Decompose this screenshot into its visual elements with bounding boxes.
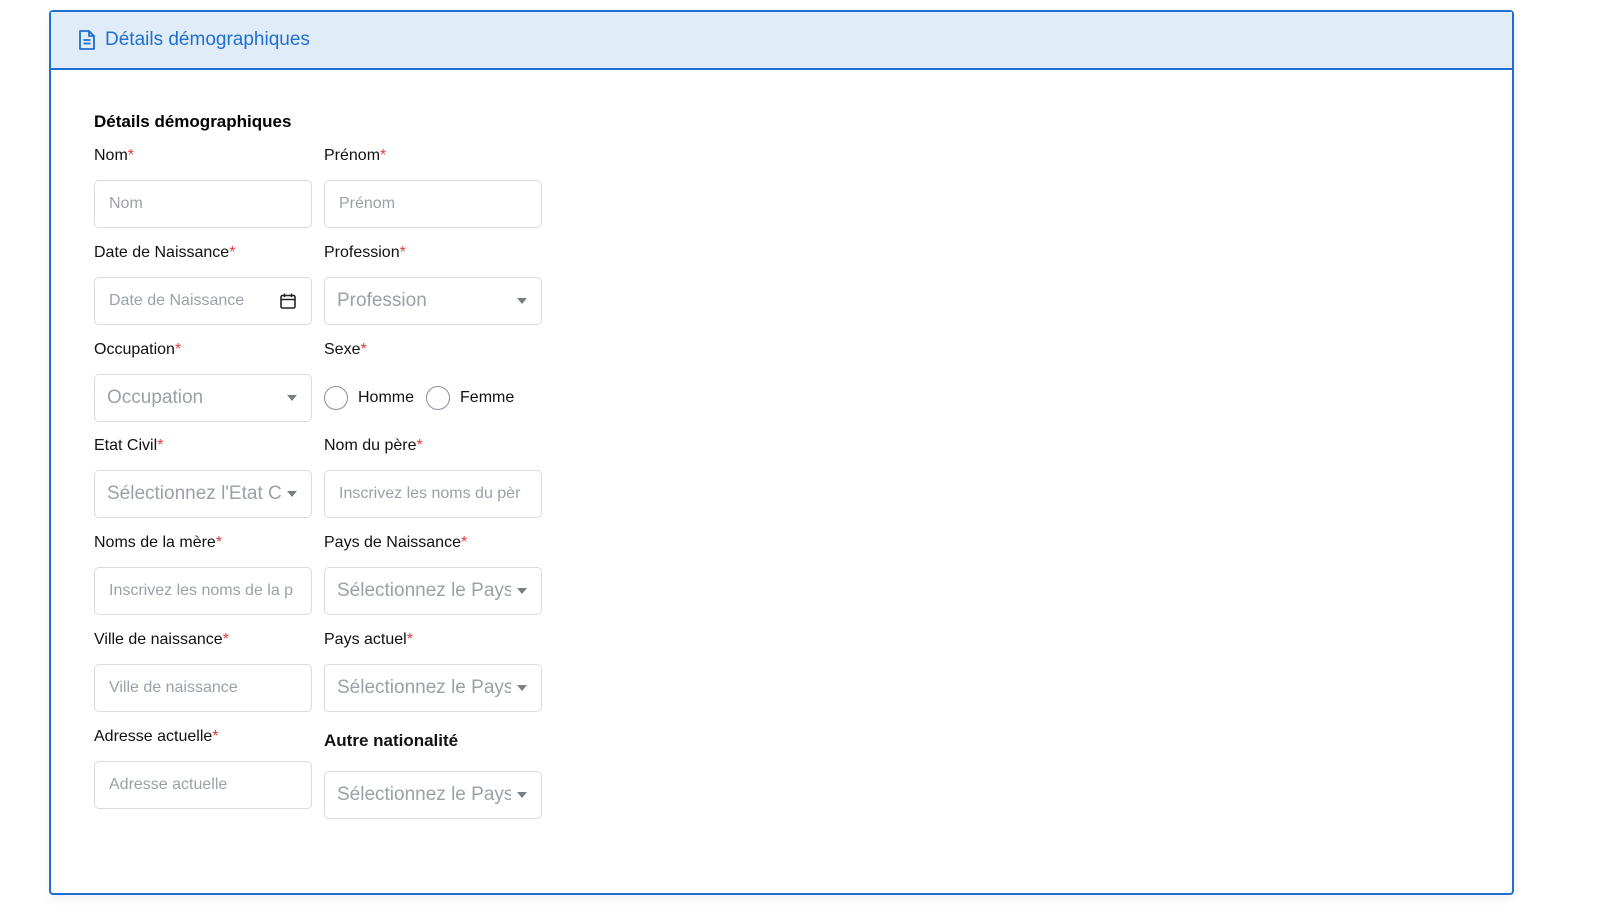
chevron-down-icon: [287, 395, 297, 401]
field-date-naissance: Date de Naissance* Date de Naissance: [94, 243, 312, 325]
pays-actuel-label: Pays actuel*: [324, 631, 413, 648]
chevron-down-icon: [517, 588, 527, 594]
field-pays-actuel: Pays actuel* Sélectionnez le Pays: [324, 630, 542, 712]
pays-actuel-select[interactable]: Sélectionnez le Pays: [324, 664, 542, 712]
pays-naissance-select[interactable]: Sélectionnez le Pays: [324, 567, 542, 615]
field-adresse-actuelle: Adresse actuelle* Adresse actuelle: [94, 727, 312, 809]
radio-femme-label[interactable]: Femme: [460, 389, 514, 407]
demographics-card: Détails démographiques Détails démograph…: [49, 10, 1514, 895]
etat-civil-label: Etat Civil*: [94, 437, 164, 454]
field-autre-nationalite: Autre nationalité Sélectionnez le Pays: [324, 731, 542, 819]
sexe-label: Sexe*: [324, 341, 367, 358]
chevron-down-icon: [517, 685, 527, 691]
ville-naissance-input[interactable]: Ville de naissance: [94, 664, 312, 712]
field-occupation: Occupation* Occupation: [94, 340, 312, 422]
date-naissance-label: Date de Naissance*: [94, 244, 236, 261]
field-sexe: Sexe* Homme Femme: [324, 340, 542, 422]
calendar-icon[interactable]: [279, 292, 297, 310]
field-noms-mere: Noms de la mère* Inscrivez les noms de l…: [94, 533, 312, 615]
etat-civil-select[interactable]: Sélectionnez l'Etat C: [94, 470, 312, 518]
noms-mere-input[interactable]: Inscrivez les noms de la p: [94, 567, 312, 615]
adresse-actuelle-label: Adresse actuelle*: [94, 728, 219, 745]
field-pays-naissance: Pays de Naissance* Sélectionnez le Pays: [324, 533, 542, 615]
autre-nationalite-label: Autre nationalité: [324, 731, 459, 750]
ville-naissance-label: Ville de naissance*: [94, 631, 229, 648]
radio-homme[interactable]: [324, 386, 348, 410]
chevron-down-icon: [517, 298, 527, 304]
document-icon: [77, 29, 97, 51]
field-nom-pere: Nom du père* Inscrivez les noms du pèr: [324, 436, 542, 518]
profession-select[interactable]: Profession: [324, 277, 542, 325]
nom-pere-label: Nom du père*: [324, 437, 423, 454]
field-nom: Nom* Nom: [94, 146, 312, 228]
prenom-input[interactable]: Prénom: [324, 180, 542, 228]
card-header[interactable]: Détails démographiques: [51, 12, 1512, 70]
chevron-down-icon: [287, 491, 297, 497]
nom-label: Nom*: [94, 147, 135, 164]
profession-label: Profession*: [324, 244, 406, 261]
field-prenom: Prénom* Prénom: [324, 146, 542, 228]
field-ville-naissance: Ville de naissance* Ville de naissance: [94, 630, 312, 712]
radio-femme[interactable]: [426, 386, 451, 410]
field-etat-civil: Etat Civil* Sélectionnez l'Etat C: [94, 436, 312, 518]
chevron-down-icon: [517, 792, 527, 798]
pays-naissance-label: Pays de Naissance*: [324, 534, 468, 551]
nom-input[interactable]: Nom: [94, 180, 312, 228]
date-naissance-input[interactable]: Date de Naissance: [94, 277, 312, 325]
section-title: Détails démographiques: [94, 112, 292, 131]
radio-homme-label[interactable]: Homme: [358, 389, 414, 407]
field-profession: Profession* Profession: [324, 243, 542, 325]
prenom-label: Prénom*: [324, 147, 387, 164]
noms-mere-label: Noms de la mère*: [94, 534, 223, 551]
nom-pere-input[interactable]: Inscrivez les noms du pèr: [324, 470, 542, 518]
card-header-title: Détails démographiques: [105, 29, 310, 50]
occupation-label: Occupation*: [94, 341, 182, 358]
occupation-select[interactable]: Occupation: [94, 374, 312, 422]
adresse-actuelle-input[interactable]: Adresse actuelle: [94, 761, 312, 809]
autre-nationalite-select[interactable]: Sélectionnez le Pays: [324, 771, 542, 819]
sexe-radio-group: Homme Femme: [324, 374, 542, 422]
